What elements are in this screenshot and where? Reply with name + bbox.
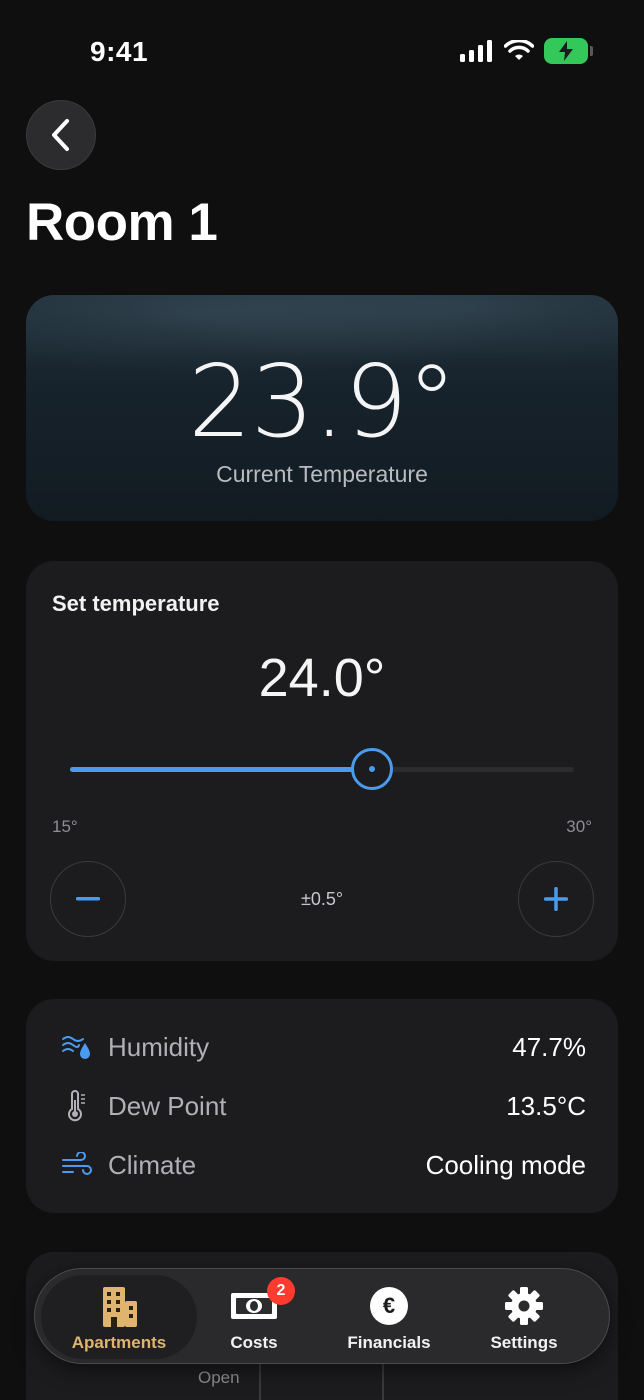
info-value: 13.5°C: [506, 1090, 586, 1121]
charging-bolt-icon: [559, 41, 573, 61]
wifi-icon: [504, 40, 534, 60]
battery-icon: [544, 38, 593, 64]
info-label: Dew Point: [108, 1090, 227, 1121]
tab-costs[interactable]: 2 Costs: [187, 1275, 321, 1359]
tab-label: Costs: [230, 1333, 278, 1352]
costs-badge: 2: [267, 1277, 295, 1305]
slider-fill: [70, 767, 373, 772]
status-bar: 9:41: [0, 0, 644, 100]
slider-min-label: 15°: [52, 817, 78, 836]
page-title: Room 1: [26, 193, 218, 252]
building-icon: [99, 1285, 139, 1327]
banknote-icon: 2: [229, 1277, 295, 1327]
chevron-left-icon: [52, 119, 69, 151]
tab-label: Financials: [347, 1333, 431, 1352]
plus-icon: [544, 887, 568, 911]
current-temperature-card: 23.9° Current Temperature: [26, 295, 618, 521]
signal-icon: [460, 40, 492, 62]
status-icons: [460, 38, 593, 64]
set-temperature-value: 24.0°: [258, 648, 386, 708]
tab-apartments[interactable]: Apartments: [41, 1275, 197, 1359]
slider-thumb[interactable]: [351, 748, 394, 790]
set-temperature-title: Set temperature: [52, 591, 220, 616]
info-row-climate: Climate Cooling mode: [60, 1145, 586, 1185]
back-button[interactable]: [26, 100, 96, 170]
current-temperature-label: Current Temperature: [216, 461, 428, 487]
partial-card-label: Open: [198, 1368, 240, 1387]
thermometer-icon: [60, 1089, 94, 1123]
euro-icon: €: [370, 1287, 408, 1325]
set-temperature-card: Set temperature 24.0° 15° 30° ±0.5°: [26, 561, 618, 961]
increase-temperature-button[interactable]: [518, 861, 594, 937]
tab-label: Apartments: [71, 1333, 167, 1352]
tab-settings[interactable]: Settings: [457, 1275, 591, 1359]
divider: [382, 1362, 384, 1400]
tab-financials[interactable]: € Financials: [322, 1275, 456, 1359]
status-time: 9:41: [90, 36, 149, 67]
slider-max-label: 30°: [566, 817, 592, 836]
euro-icon-wrapper: €: [370, 1285, 408, 1327]
tab-label: Settings: [490, 1333, 558, 1352]
current-temperature-value: 23.9°: [188, 343, 457, 460]
room-info-card: Humidity 47.7% Dew Point 13.5°C Climate: [26, 999, 618, 1213]
tab-bar: Apartments 2 Costs € Financials Settings: [34, 1268, 610, 1364]
info-row-humidity: Humidity 47.7%: [60, 1027, 586, 1067]
temperature-slider[interactable]: [70, 748, 574, 790]
gear-icon: [504, 1285, 544, 1327]
wind-icon: [60, 1148, 94, 1182]
info-label: Humidity: [108, 1031, 210, 1062]
info-value: 47.7%: [512, 1031, 586, 1062]
info-row-dew-point: Dew Point 13.5°C: [60, 1086, 586, 1126]
info-value: Cooling mode: [425, 1149, 586, 1180]
humidity-icon: [60, 1030, 94, 1064]
slider-thumb-dot: [369, 766, 376, 772]
divider: [259, 1362, 261, 1400]
info-label: Climate: [108, 1149, 197, 1180]
